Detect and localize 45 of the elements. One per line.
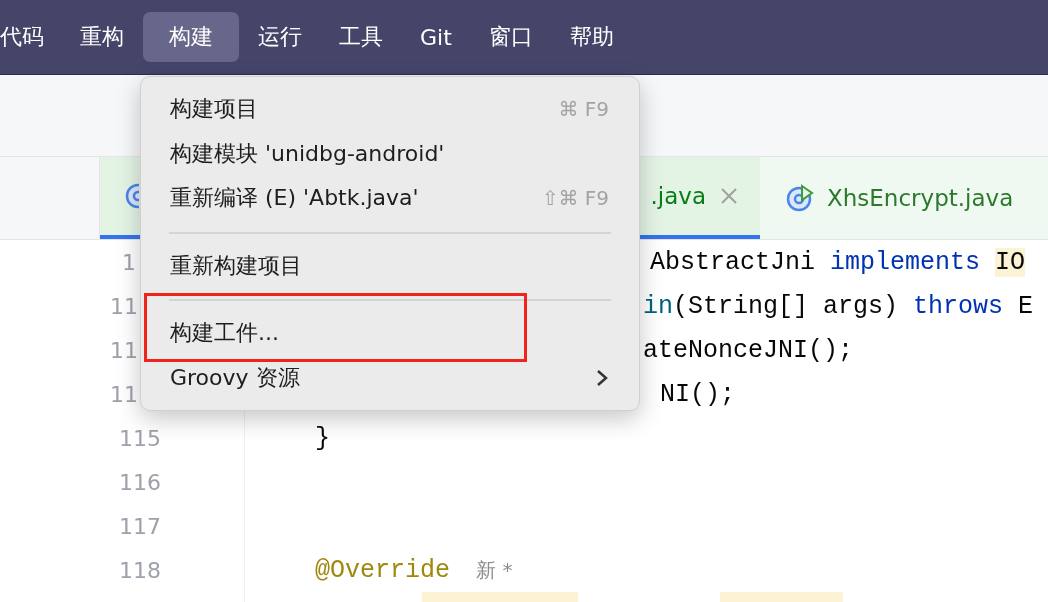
line-number: 115: [119, 425, 161, 451]
shortcut: ⇧⌘ F9: [541, 186, 609, 211]
line-number: 11: [110, 381, 138, 407]
menu-item[interactable]: 构建: [143, 12, 239, 62]
option-label: 重新构建项目: [170, 251, 302, 280]
code-token: }: [315, 423, 330, 453]
option-label: 构建工件...: [170, 319, 279, 348]
menu-item[interactable]: Git: [402, 14, 470, 60]
chevron-right-icon: [595, 367, 609, 388]
code-token: AbstractJni: [650, 247, 817, 277]
code-token: @Override: [315, 555, 451, 585]
menu-item[interactable]: 代码: [0, 12, 62, 62]
code-token: IO: [995, 247, 1026, 277]
line-number: 116: [119, 469, 161, 495]
menu-item[interactable]: 帮助: [551, 12, 632, 62]
line-number: 11: [110, 337, 138, 363]
menu-option[interactable]: 构建项目 ⌘ F9: [141, 87, 639, 132]
menu-option[interactable]: Groovy 资源: [141, 355, 639, 400]
menu-option[interactable]: 重新编译 (E) 'Abtk.java' ⇧⌘ F9: [141, 176, 639, 221]
code-token: in: [643, 291, 673, 321]
code-token: ateNonceJNI();: [643, 335, 854, 365]
class-icon: [785, 183, 815, 213]
line-number: 118: [119, 557, 161, 583]
code-token: (String[] args): [673, 291, 900, 321]
menu-item[interactable]: 窗口: [470, 12, 551, 62]
code-token: E: [1017, 291, 1034, 321]
shortcut: ⌘ F9: [558, 97, 609, 122]
option-label: 构建项目: [170, 95, 258, 124]
line-number: 11: [110, 293, 138, 319]
code-token: throws: [913, 291, 1004, 321]
option-label: Groovy 资源: [170, 363, 300, 392]
option-label: 重新编译 (E) 'Abtk.java': [170, 184, 419, 213]
line-number: 1: [122, 249, 136, 275]
option-label: 构建模块 'unidbg-android': [170, 139, 445, 168]
menu-option[interactable]: 构建工件...: [141, 311, 639, 356]
menu-item[interactable]: 重构: [62, 12, 142, 62]
menu-option[interactable]: 构建模块 'unidbg-android': [141, 131, 639, 176]
author-hint: 新 *: [476, 556, 513, 584]
editor-tab[interactable]: XhsEncrypt.java: [760, 157, 1048, 239]
code-token: implements: [830, 247, 981, 277]
menu-item[interactable]: 运行: [240, 12, 320, 62]
menu-option[interactable]: 重新构建项目: [141, 243, 639, 288]
line-number: 117: [119, 513, 161, 539]
code-token: NI();: [660, 379, 735, 409]
menu-item[interactable]: 工具: [321, 12, 401, 62]
